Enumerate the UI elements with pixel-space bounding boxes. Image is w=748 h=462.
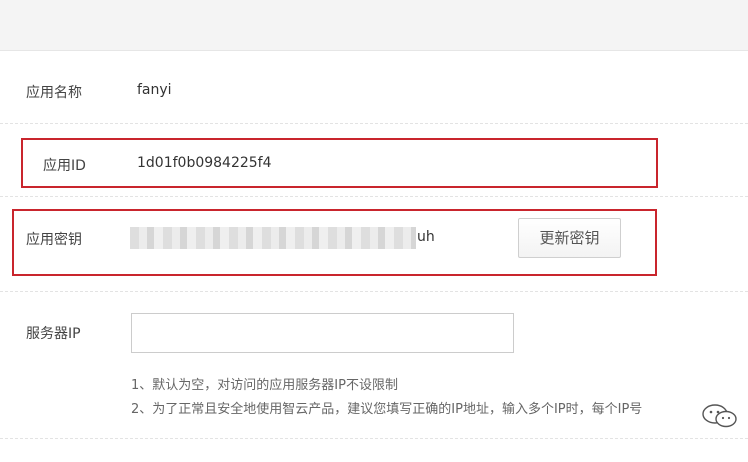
app-key-value-suffix: uh <box>417 229 435 245</box>
app-key-blurred-value <box>130 227 416 249</box>
top-bar <box>0 0 748 51</box>
server-ip-input[interactable] <box>131 313 514 353</box>
row-divider <box>0 196 748 197</box>
row-divider <box>0 123 748 124</box>
row-divider <box>0 438 748 439</box>
app-id-label: 应用ID <box>43 158 86 174</box>
row-divider <box>0 291 748 292</box>
app-id-value: 1d01f0b0984225f4 <box>137 155 272 171</box>
app-key-label: 应用密钥 <box>26 232 82 248</box>
app-name-label: 应用名称 <box>26 85 82 101</box>
app-id-highlight-box <box>21 138 658 188</box>
app-name-value: fanyi <box>137 82 172 98</box>
wechat-icon <box>702 404 737 428</box>
refresh-key-button[interactable]: 更新密钥 <box>518 218 621 258</box>
server-ip-label: 服务器IP <box>26 326 81 342</box>
server-ip-hint-2: 2、为了正常且安全地使用智云产品，建议您填写正确的IP地址，输入多个IP时，每个… <box>131 402 643 417</box>
server-ip-hint-1: 1、默认为空，对访问的应用服务器IP不设限制 <box>131 378 398 393</box>
